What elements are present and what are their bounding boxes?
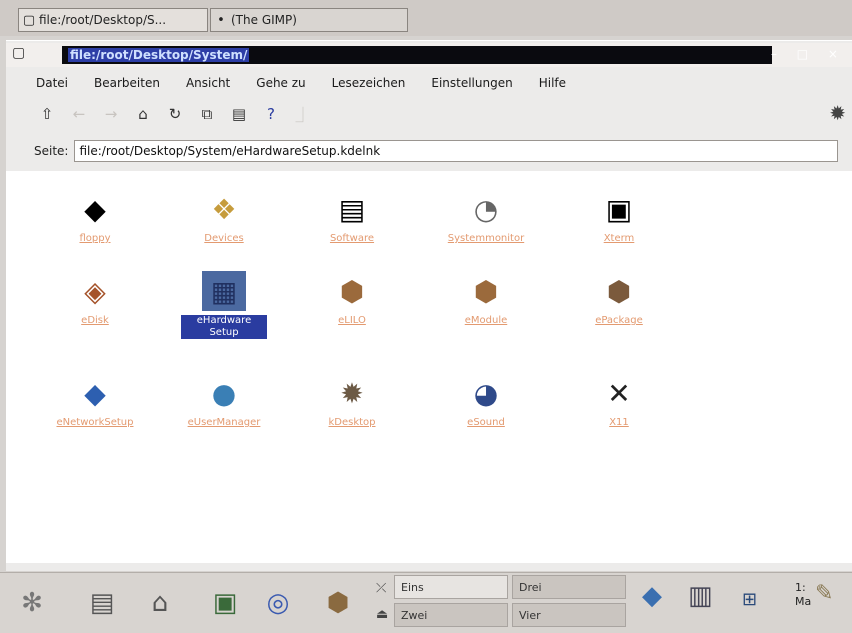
menu-einstellungen[interactable]: Einstellungen (431, 76, 512, 90)
control-center-icon[interactable]: ⬢ (318, 581, 358, 625)
icon-label: eHardware Setup (181, 315, 267, 339)
location-input[interactable]: file:/root/Desktop/System/eHardwareSetup… (74, 140, 839, 162)
monitor-icon: ◔ (473, 192, 499, 226)
hardware-setup-icon: ▦ (202, 271, 246, 311)
icon-item[interactable]: ⬢ eLILO (296, 271, 408, 327)
icon-label: eSound (467, 417, 505, 428)
tab-konqueror[interactable]: ▢ file:/root/Desktop/S... (18, 8, 208, 32)
clock[interactable]: 1: Ma (795, 581, 811, 609)
kde-panel: ✻ ▤ ⌂ ▣ ◎ ⬢ ⤫ ⏏ Eins Drei Zwei Vier ◆ ▥ … (0, 572, 852, 633)
terminal-icon[interactable]: ▣ (205, 581, 245, 625)
icon-label: eNetworkSetup (56, 417, 134, 428)
menu-ansicht[interactable]: Ansicht (186, 76, 230, 90)
location-bar: Seite: file:/root/Desktop/System/eHardwa… (6, 137, 852, 165)
menu-datei[interactable]: Datei (36, 76, 68, 90)
icon-item[interactable]: ✕ X11 (563, 373, 675, 429)
icon-label: Devices (204, 233, 244, 244)
window-icon: ▢ (22, 12, 36, 28)
disk-icon: ◈ (84, 274, 106, 308)
forward-arrow-icon[interactable]: → (96, 101, 126, 127)
floppy-icon: ◆ (84, 192, 106, 226)
gear-icon[interactable]: ✹ (829, 101, 846, 125)
icon-label: ePackage (595, 315, 643, 326)
window-buttons[interactable]: – □ × (771, 47, 846, 61)
pager-desktop-1[interactable]: Eins (394, 575, 508, 599)
pager-desktop-3[interactable]: Drei (512, 575, 626, 599)
pencil-icon[interactable]: ✎ (815, 581, 833, 606)
icon-label: floppy (79, 233, 111, 244)
toolbar: ⇧ ← → ⌂ ↻ ⧉ ▤ ? ⏌ ✹ (6, 99, 852, 129)
icon-view: ◆ floppy ❖ Devices ▤ Software ◔ Systemmo… (6, 171, 852, 563)
icon-label: eDisk (81, 315, 109, 326)
window-list-icon[interactable]: ▤ (82, 581, 122, 625)
menu-hilfe[interactable]: Hilfe (539, 76, 566, 90)
icon-item[interactable]: ▣ Xterm (563, 189, 675, 245)
menu-bar: Datei Bearbeiten Ansicht Gehe zu Lesezei… (6, 71, 852, 95)
icon-item-selected[interactable]: ▦ eHardware Setup (168, 271, 280, 339)
sound-icon: ◕ (473, 376, 499, 410)
package-icon: ⬢ (339, 274, 365, 308)
tab-gimp[interactable]: • (The GIMP) (210, 8, 408, 32)
pager-desktop-2[interactable]: Zwei (394, 603, 508, 627)
menu-bearbeiten[interactable]: Bearbeiten (94, 76, 160, 90)
copy-icon[interactable]: ⧉ (192, 101, 222, 127)
paste-icon[interactable]: ▤ (224, 101, 254, 127)
file-manager-window: ▢ file:/root/Desktop/System/ – □ × Datei… (6, 40, 852, 571)
icon-item[interactable]: ✹ kDesktop (296, 373, 408, 429)
icon-label: kDesktop (328, 417, 376, 428)
document-icon[interactable]: ▥ (688, 581, 713, 611)
icon-item[interactable]: ⬢ ePackage (563, 271, 675, 327)
icon-item[interactable]: ◆ eNetworkSetup (39, 373, 151, 429)
icon-item[interactable]: ◕ eSound (430, 373, 542, 429)
home-icon[interactable]: ⌂ (128, 101, 158, 127)
window-title: file:/root/Desktop/System/ (62, 46, 772, 64)
menu-lesezeichen[interactable]: Lesezeichen (332, 76, 406, 90)
software-icon: ▤ (338, 192, 366, 226)
users-icon: ● (211, 376, 237, 410)
tab-label: file:/root/Desktop/S... (39, 13, 167, 27)
icon-label: eLILO (338, 315, 366, 326)
icon-item[interactable]: ⬢ eModule (430, 271, 542, 327)
icon-item[interactable]: ◈ eDisk (39, 271, 151, 327)
devices-icon: ❖ (211, 192, 237, 226)
icon-label: eUserManager (187, 417, 261, 428)
icon-label: eModule (464, 315, 508, 326)
bullet-icon: • (217, 12, 225, 28)
gear-icon: ✹ (340, 376, 364, 410)
package-icon: ⬢ (473, 274, 499, 308)
taskbar-tabs: ▢ file:/root/Desktop/S... • (The GIMP) (0, 0, 852, 36)
clock-time: 1: (795, 581, 806, 594)
icon-label: Xterm (603, 233, 635, 244)
desktop-pager: Eins Drei Zwei Vier (372, 575, 634, 629)
terminal-icon: ▣ (605, 192, 633, 226)
icon-label: X11 (609, 417, 629, 428)
icon-item[interactable]: ▤ Software (296, 189, 408, 245)
icon-label: Software (329, 233, 375, 244)
network-icon: ◆ (84, 376, 106, 410)
browser-icon[interactable]: ◎ (258, 581, 298, 625)
tab-label: (The GIMP) (231, 13, 297, 27)
icon-item[interactable]: ❖ Devices (168, 189, 280, 245)
home-folder-icon[interactable]: ⌂ (140, 581, 180, 625)
up-arrow-icon[interactable]: ⇧ (32, 101, 62, 127)
icon-item[interactable]: ● eUserManager (168, 373, 280, 429)
network-monitor-icon[interactable]: ⊞ (742, 589, 757, 610)
x-icon: ✕ (607, 376, 631, 410)
location-label: Seite: (34, 144, 69, 158)
package-tool-icon: ⬢ (606, 274, 632, 308)
icon-label: Systemmonitor (447, 233, 525, 244)
reload-icon[interactable]: ↻ (160, 101, 190, 127)
clock-date: Ma (795, 595, 812, 608)
menu-gehe-zu[interactable]: Gehe zu (256, 76, 305, 90)
window-menu-icon[interactable]: ▢ (12, 45, 34, 65)
back-arrow-icon[interactable]: ← (64, 101, 94, 127)
k-menu-icon[interactable]: ✻ (12, 581, 52, 625)
icon-item[interactable]: ◆ floppy (39, 189, 151, 245)
icon-item[interactable]: ◔ Systemmonitor (430, 189, 542, 245)
stop-icon[interactable]: ⏌ (288, 101, 318, 127)
help-icon[interactable]: ? (256, 101, 286, 127)
title-bar[interactable]: ▢ file:/root/Desktop/System/ – □ × (6, 43, 852, 67)
pager-desktop-4[interactable]: Vier (512, 603, 626, 627)
printer-icon[interactable]: ◆ (642, 581, 662, 611)
